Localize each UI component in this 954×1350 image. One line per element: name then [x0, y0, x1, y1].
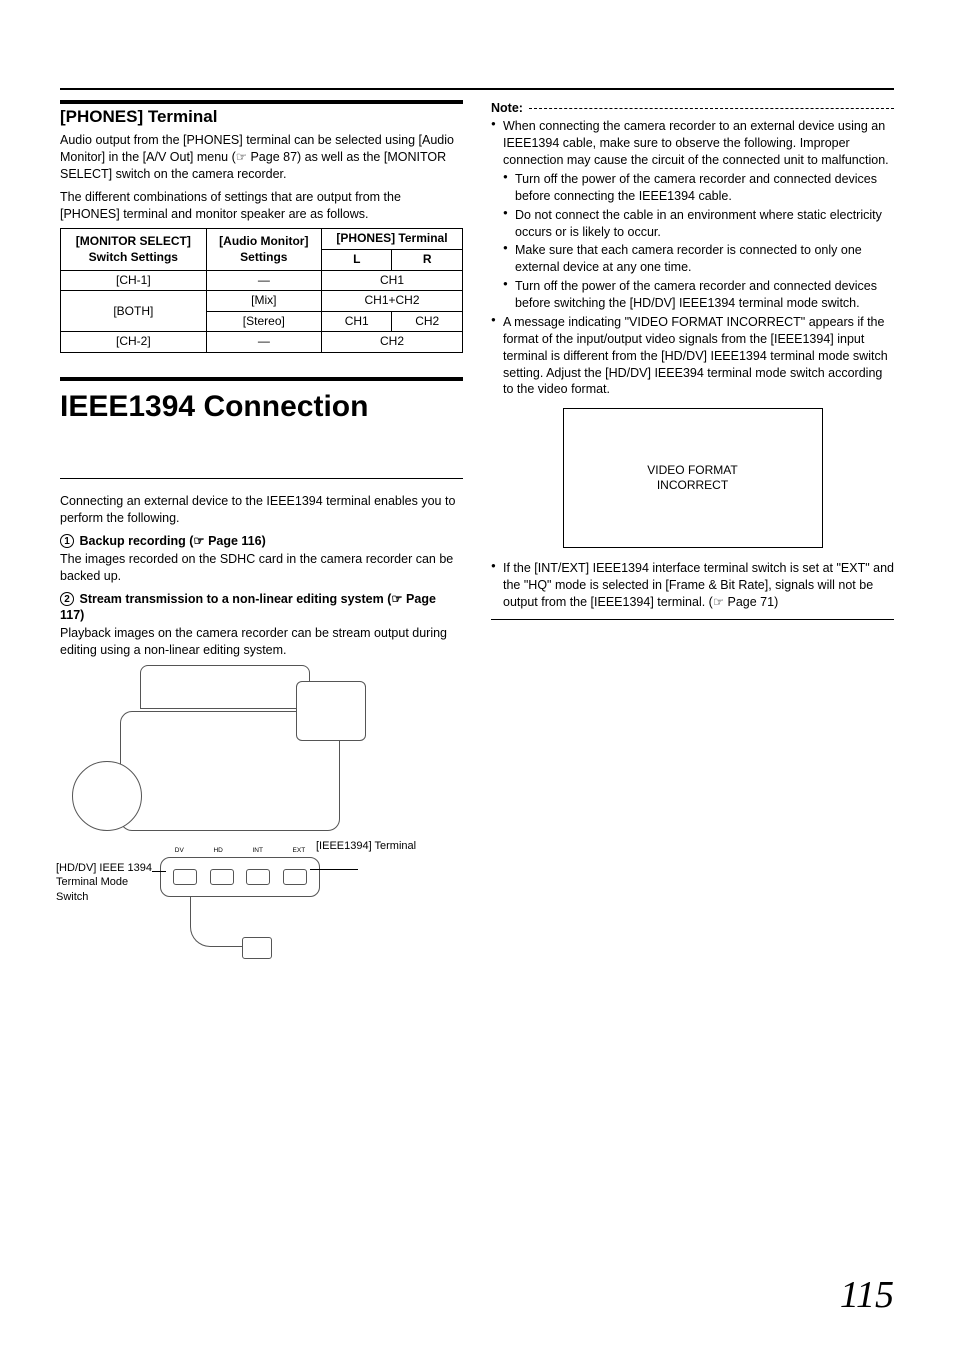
cell-ch2-audio: — — [206, 332, 321, 353]
left-column: [PHONES] Terminal Audio output from the … — [60, 100, 463, 991]
cell-both-switch: [BOTH] — [61, 291, 207, 332]
port-label-hd: HD — [213, 847, 222, 855]
camera-viewfinder-shape — [296, 681, 366, 741]
screen-line-2: INCORRECT — [657, 478, 728, 492]
camera-lens-shape — [72, 761, 142, 831]
port-slot-3 — [246, 869, 270, 885]
callout-line-terminal — [310, 869, 358, 870]
cable-illustration — [190, 897, 300, 977]
cell-both-mix: [Mix] — [206, 291, 321, 312]
th-monitor-select-line1: [MONITOR SELECT] — [76, 234, 191, 248]
item-1-heading: 1 Backup recording (☞ Page 116) — [60, 533, 463, 549]
note-bullet-list: When connecting the camera recorder to a… — [491, 118, 894, 398]
port-slot-1 — [173, 869, 197, 885]
cell-ch1-switch: [CH-1] — [61, 270, 207, 291]
port-label-dv: DV — [175, 847, 184, 855]
note-sub-4: Turn off the power of the camera recorde… — [503, 278, 894, 312]
th-audio-monitor-line1: [Audio Monitor] — [219, 234, 308, 248]
item-2-label: Stream transmission to a non-linear edit… — [60, 592, 436, 622]
cell-ch1-audio: — — [206, 270, 321, 291]
two-column-layout: [PHONES] Terminal Audio output from the … — [60, 100, 894, 991]
cell-ch1-out: CH1 — [322, 270, 463, 291]
th-audio-monitor-line2: Settings — [240, 250, 287, 264]
note-bullet-3: If the [INT/EXT] IEEE1394 interface term… — [491, 560, 894, 611]
note-bullet-1: When connecting the camera recorder to a… — [491, 118, 894, 312]
port-label-int: INT — [252, 847, 262, 855]
callout-ieee1394-terminal: [IEEE1394] Terminal — [316, 839, 416, 853]
callout-mode-switch: [HD/DV] IEEE 1394 Terminal Mode Switch — [56, 861, 156, 904]
th-l: L — [322, 250, 392, 271]
phones-heading: [PHONES] Terminal — [60, 100, 463, 128]
port-slot-2 — [210, 869, 234, 885]
th-audio-monitor: [Audio Monitor] Settings — [206, 229, 321, 270]
cell-both-stereo: [Stereo] — [206, 311, 321, 332]
cable-plug-shape — [242, 937, 272, 959]
circled-1-icon: 1 — [60, 534, 74, 548]
th-r: R — [392, 250, 463, 271]
port-slot-4 — [283, 869, 307, 885]
phones-table: [MONITOR SELECT] Switch Settings [Audio … — [60, 228, 463, 353]
screen-line-1: VIDEO FORMAT — [647, 463, 737, 477]
camera-illustration — [100, 671, 360, 851]
screen-message-box: VIDEO FORMAT INCORRECT — [563, 408, 823, 548]
th-monitor-select-line2: Switch Settings — [89, 250, 178, 264]
cell-both-mix-out: CH1+CH2 — [322, 291, 463, 312]
top-rule — [60, 88, 894, 90]
cell-both-stereo-l: CH1 — [322, 311, 392, 332]
note-sub-list: Turn off the power of the camera recorde… — [503, 171, 894, 312]
note-header: Note: — [491, 100, 894, 116]
item-2-body: Playback images on the camera recorder c… — [60, 625, 463, 659]
item-2-heading: 2 Stream transmission to a non-linear ed… — [60, 591, 463, 624]
item-1-body: The images recorded on the SDHC card in … — [60, 551, 463, 585]
port-panel — [160, 857, 320, 897]
screen-message-text: VIDEO FORMAT INCORRECT — [647, 463, 737, 494]
phones-paragraph-2: The different combinations of settings t… — [60, 189, 463, 223]
circled-2-icon: 2 — [60, 592, 74, 606]
note-sub-2: Do not connect the cable in an environme… — [503, 207, 894, 241]
note-sub-3: Make sure that each camera recorder is c… — [503, 242, 894, 276]
note-bullet-2: A message indicating "VIDEO FORMAT INCOR… — [491, 314, 894, 398]
cable-wire-shape — [190, 897, 250, 947]
ieee1394-heading: IEEE1394 Connection — [60, 377, 463, 479]
note-bullet-list-2: If the [INT/EXT] IEEE1394 interface term… — [491, 560, 894, 611]
port-label-ext: EXT — [293, 847, 306, 855]
page-number: 115 — [840, 1271, 894, 1320]
camera-diagram: DV HD INT EXT [IEEE1394] Terminal [HD/DV… — [60, 671, 463, 991]
phones-paragraph-1: Audio output from the [PHONES] terminal … — [60, 132, 463, 183]
item-1-label: Backup recording (☞ Page 116) — [79, 534, 265, 548]
note-bullet-1-text: When connecting the camera recorder to a… — [503, 119, 889, 167]
th-monitor-select: [MONITOR SELECT] Switch Settings — [61, 229, 207, 270]
cell-ch2-out: CH2 — [322, 332, 463, 353]
camera-handle-shape — [140, 665, 310, 709]
note-box: Note: When connecting the camera recorde… — [491, 100, 894, 620]
ieee-intro: Connecting an external device to the IEE… — [60, 493, 463, 527]
port-labels-row: DV HD INT EXT — [160, 847, 320, 855]
cell-both-stereo-r: CH2 — [392, 311, 463, 332]
note-sub-1: Turn off the power of the camera recorde… — [503, 171, 894, 205]
right-column: Note: When connecting the camera recorde… — [491, 100, 894, 991]
cell-ch2-switch: [CH-2] — [61, 332, 207, 353]
th-phones-terminal: [PHONES] Terminal — [322, 229, 463, 250]
